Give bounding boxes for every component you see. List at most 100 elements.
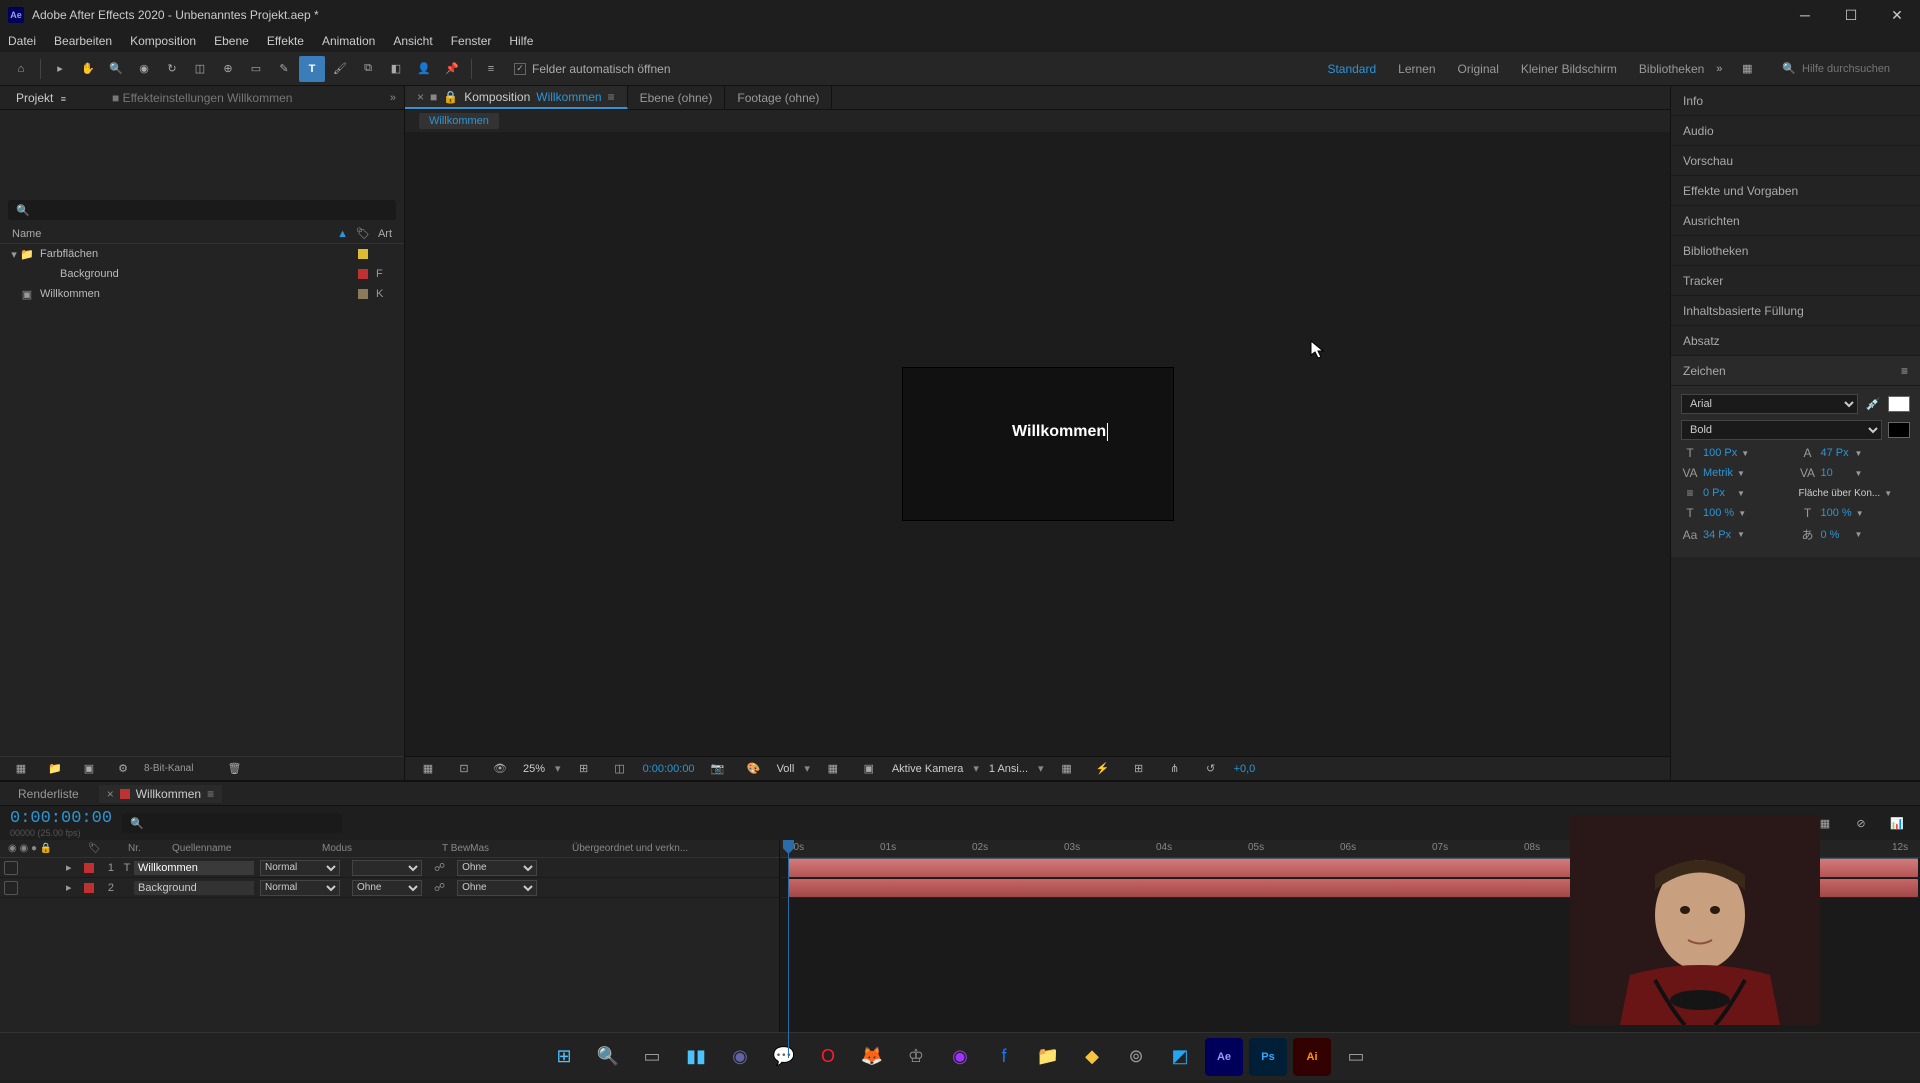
visibility-toggle[interactable] <box>4 861 18 875</box>
roi-icon[interactable]: ◫ <box>607 756 633 782</box>
leading-value[interactable]: 47 Px <box>1821 447 1851 459</box>
layer-row[interactable]: ▸ 1 T Willkommen Normal ☍ Ohne <box>0 858 779 878</box>
visibility-toggle[interactable] <box>4 881 18 895</box>
blend-mode-dropdown[interactable]: Normal <box>260 860 340 876</box>
explorer-icon[interactable]: 📁 <box>1029 1038 1067 1076</box>
baseline-value[interactable]: 34 Px <box>1703 529 1733 541</box>
breadcrumb-item[interactable]: Willkommen <box>419 113 499 129</box>
col-name[interactable]: Name <box>12 228 337 240</box>
render-queue-tab[interactable]: Renderliste <box>10 785 87 803</box>
snapshot-button[interactable]: 📷 <box>705 756 731 782</box>
layer-name[interactable]: Willkommen <box>134 861 254 875</box>
kerning-value[interactable]: Metrik <box>1703 467 1733 479</box>
menu-bearbeiten[interactable]: Bearbeiten <box>54 34 112 48</box>
opera-icon[interactable]: O <box>809 1038 847 1076</box>
workspace-bibliotheken[interactable]: Bibliotheken <box>1639 62 1704 76</box>
auto-open-checkbox[interactable]: ✓ Felder automatisch öffnen <box>514 62 671 76</box>
workspace-standard[interactable]: Standard <box>1327 62 1376 76</box>
project-search[interactable]: 🔍 <box>8 200 396 220</box>
clone-tool[interactable]: ⧉ <box>355 56 381 82</box>
menu-datei[interactable]: Datei <box>8 34 36 48</box>
blend-mode-dropdown[interactable]: Normal <box>260 880 340 896</box>
menu-animation[interactable]: Animation <box>322 34 375 48</box>
new-comp-icon[interactable]: ▣ <box>76 756 102 782</box>
new-folder-icon[interactable]: 📁 <box>42 756 68 782</box>
workspace-kleiner bildschirm[interactable]: Kleiner Bildschirm <box>1521 62 1617 76</box>
panel-tracker[interactable]: Tracker <box>1671 266 1920 296</box>
panel-inhaltsbasierte-füllung[interactable]: Inhaltsbasierte Füllung <box>1671 296 1920 326</box>
vscode-icon[interactable]: ◩ <box>1161 1038 1199 1076</box>
stroke-width-value[interactable]: 0 Px <box>1703 487 1733 499</box>
pickwhip-icon[interactable]: ☍ <box>434 861 445 874</box>
pickwhip-icon[interactable]: ☍ <box>434 881 445 894</box>
menu-fenster[interactable]: Fenster <box>451 34 492 48</box>
menu-ebene[interactable]: Ebene <box>214 34 249 48</box>
panel-audio[interactable]: Audio <box>1671 116 1920 146</box>
zoom-tool[interactable]: 🔍 <box>103 56 129 82</box>
views-dropdown[interactable]: 1 Ansi... <box>989 763 1028 775</box>
panel-overflow-icon[interactable]: » <box>390 92 404 104</box>
resolution-dropdown[interactable]: Voll <box>777 763 795 775</box>
panel-ausrichten[interactable]: Ausrichten <box>1671 206 1920 236</box>
close-button[interactable]: ✕ <box>1874 0 1920 30</box>
composition-canvas[interactable]: Willkommen <box>903 368 1173 520</box>
layer-tab[interactable]: Ebene (ohne) <box>628 86 726 109</box>
panel-vorschau[interactable]: Vorschau <box>1671 146 1920 176</box>
stroke-color[interactable] <box>1888 422 1910 438</box>
search-button[interactable]: 🔍 <box>589 1038 627 1076</box>
playhead[interactable] <box>788 840 789 1058</box>
selection-tool[interactable]: ▸ <box>47 56 73 82</box>
panel-absatz[interactable]: Absatz <box>1671 326 1920 356</box>
reset-exposure-icon[interactable]: ↺ <box>1198 756 1224 782</box>
widgets-button[interactable]: ▮▮ <box>677 1038 715 1076</box>
track-matte-dropdown[interactable] <box>352 860 422 876</box>
project-item[interactable]: ▣ Willkommen K <box>0 284 404 304</box>
illustrator-icon[interactable]: Ai <box>1293 1038 1331 1076</box>
col-type-icon[interactable]: 🏷 <box>356 227 370 240</box>
messenger-icon[interactable]: ◉ <box>941 1038 979 1076</box>
text-layer[interactable]: Willkommen <box>1012 423 1106 441</box>
hscale-value[interactable]: 100 % <box>1821 507 1852 519</box>
rotation-tool[interactable]: ↻ <box>159 56 185 82</box>
timeline-search[interactable]: 🔍 <box>122 813 342 833</box>
camera-tool[interactable]: ◫ <box>187 56 213 82</box>
facebook-icon[interactable]: f <box>985 1038 1023 1076</box>
composition-viewer[interactable]: Willkommen <box>405 132 1670 756</box>
obs-icon[interactable]: ⊚ <box>1117 1038 1155 1076</box>
layer-row[interactable]: ▸ 2 Background Normal Ohne ☍ Ohne <box>0 878 779 898</box>
firefox-icon[interactable]: 🦊 <box>853 1038 891 1076</box>
interpret-icon[interactable]: ▦ <box>8 756 34 782</box>
menu-effekte[interactable]: Effekte <box>267 34 304 48</box>
menu-ansicht[interactable]: Ansicht <box>393 34 432 48</box>
track-matte-dropdown[interactable]: Ohne <box>352 880 422 896</box>
parent-dropdown[interactable]: Ohne <box>457 880 537 896</box>
res-icon[interactable]: ⊞ <box>571 756 597 782</box>
channel-icon[interactable]: ⊡ <box>451 756 477 782</box>
panel-zeichen[interactable]: Zeichen≡ <box>1671 356 1920 386</box>
app-icon-3[interactable]: ▭ <box>1337 1038 1375 1076</box>
exposure-value[interactable]: +0,0 <box>1234 763 1256 775</box>
graph-editor-icon[interactable]: 📊 <box>1884 810 1910 836</box>
teams-icon[interactable]: ◉ <box>721 1038 759 1076</box>
timeline-comp-tab[interactable]: × Willkommen ≡ <box>99 785 222 803</box>
help-search[interactable]: 🔍 <box>1782 62 1912 75</box>
workspace-overflow-icon[interactable]: » <box>1706 56 1732 82</box>
camera-dropdown[interactable]: Aktive Kamera <box>892 763 964 775</box>
footage-tab[interactable]: Footage (ohne) <box>725 86 832 109</box>
viewer-timecode[interactable]: 0:00:00:00 <box>643 763 695 775</box>
start-button[interactable]: ⊞ <box>545 1038 583 1076</box>
project-tab[interactable]: Projekt ≡ <box>8 87 74 109</box>
flowchart-icon[interactable]: ⋔ <box>1162 756 1188 782</box>
mask-icon[interactable]: 👁 <box>487 756 513 782</box>
eyedropper-icon[interactable]: 💉 <box>1864 397 1882 411</box>
project-item[interactable]: ▾ 📁 Farbflächen <box>0 244 404 264</box>
puppet-tool[interactable]: 📌 <box>439 56 465 82</box>
zoom-dropdown[interactable]: 25% <box>523 763 545 775</box>
motion-blur-icon[interactable]: ⊘ <box>1848 810 1874 836</box>
timeline-search-input[interactable] <box>144 816 334 831</box>
minimize-button[interactable]: ─ <box>1782 0 1828 30</box>
workspace-lernen[interactable]: Lernen <box>1398 62 1435 76</box>
workspace-panel-icon[interactable]: ▦ <box>1734 56 1760 82</box>
font-style-dropdown[interactable]: Bold <box>1681 420 1882 440</box>
home-button[interactable]: ⌂ <box>8 56 34 82</box>
